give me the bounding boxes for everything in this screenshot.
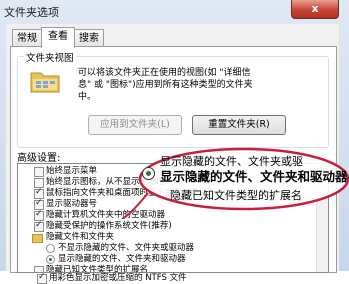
reset-folders-button[interactable]: 重置文件夹(R) <box>192 115 286 135</box>
folder-views-group: 文件夹视图 可以将该文件夹正在使用的视图(如 "详细信 息" 或 "图标")应用… <box>17 50 329 148</box>
advanced-settings-title: 高级设置: <box>17 153 61 164</box>
callout-line-2: 显示隐藏的文件、文件夹和驱动器 <box>160 169 348 184</box>
list-item[interactable]: 不显示隐藏的文件、文件夹或驱动器 <box>18 243 318 254</box>
radio-button[interactable] <box>46 244 55 253</box>
tab-general[interactable]: 常规 <box>12 29 42 47</box>
checkbox[interactable] <box>34 167 44 177</box>
tab-view[interactable]: 查看 <box>41 27 75 48</box>
list-item[interactable]: 显示隐藏的文件、文件夹和驱动器 <box>18 254 318 265</box>
radio-button[interactable] <box>46 255 55 264</box>
list-item: 隐藏文件和文件夹 <box>18 232 318 243</box>
folder-options-window: 文件夹选项 x 常规 查看 搜索 文件夹视图 可以将该文件夹正在使用的视图(如 … <box>0 0 349 284</box>
folder-icon <box>30 72 60 93</box>
list-item[interactable]: 隐藏受保护的操作系统文件(推荐) <box>18 220 318 232</box>
callout-line-3: 隐藏已知文件类型的扩展名 <box>170 189 302 202</box>
checkbox[interactable] <box>37 272 47 284</box>
apply-to-folders-button[interactable]: 应用到文件夹(L) <box>88 115 182 135</box>
title-bar: 文件夹选项 x <box>0 0 349 24</box>
list-item[interactable]: 用彩色显示加密或压缩的 NTFS 文件 <box>21 272 321 284</box>
checkbox[interactable] <box>34 220 44 232</box>
close-button[interactable]: x <box>291 0 339 19</box>
magnified-callout: 显示隐藏的文件、文件夹或驱 显示隐藏的文件、文件夹和驱动器 隐藏已知文件类型的扩… <box>120 145 349 219</box>
list-item[interactable]: 隐藏已知文件类型的扩展名 <box>18 265 318 272</box>
folder-views-description: 可以将该文件夹正在使用的视图(如 "详细信 息" 或 "图标")应用到所有这种类… <box>78 68 253 102</box>
window-title: 文件夹选项 <box>4 6 59 19</box>
callout-radio-icon <box>142 167 155 180</box>
folder-icon <box>32 234 43 243</box>
folder-views-title: 文件夹视图 <box>24 50 76 64</box>
tab-search[interactable]: 搜索 <box>74 29 104 47</box>
